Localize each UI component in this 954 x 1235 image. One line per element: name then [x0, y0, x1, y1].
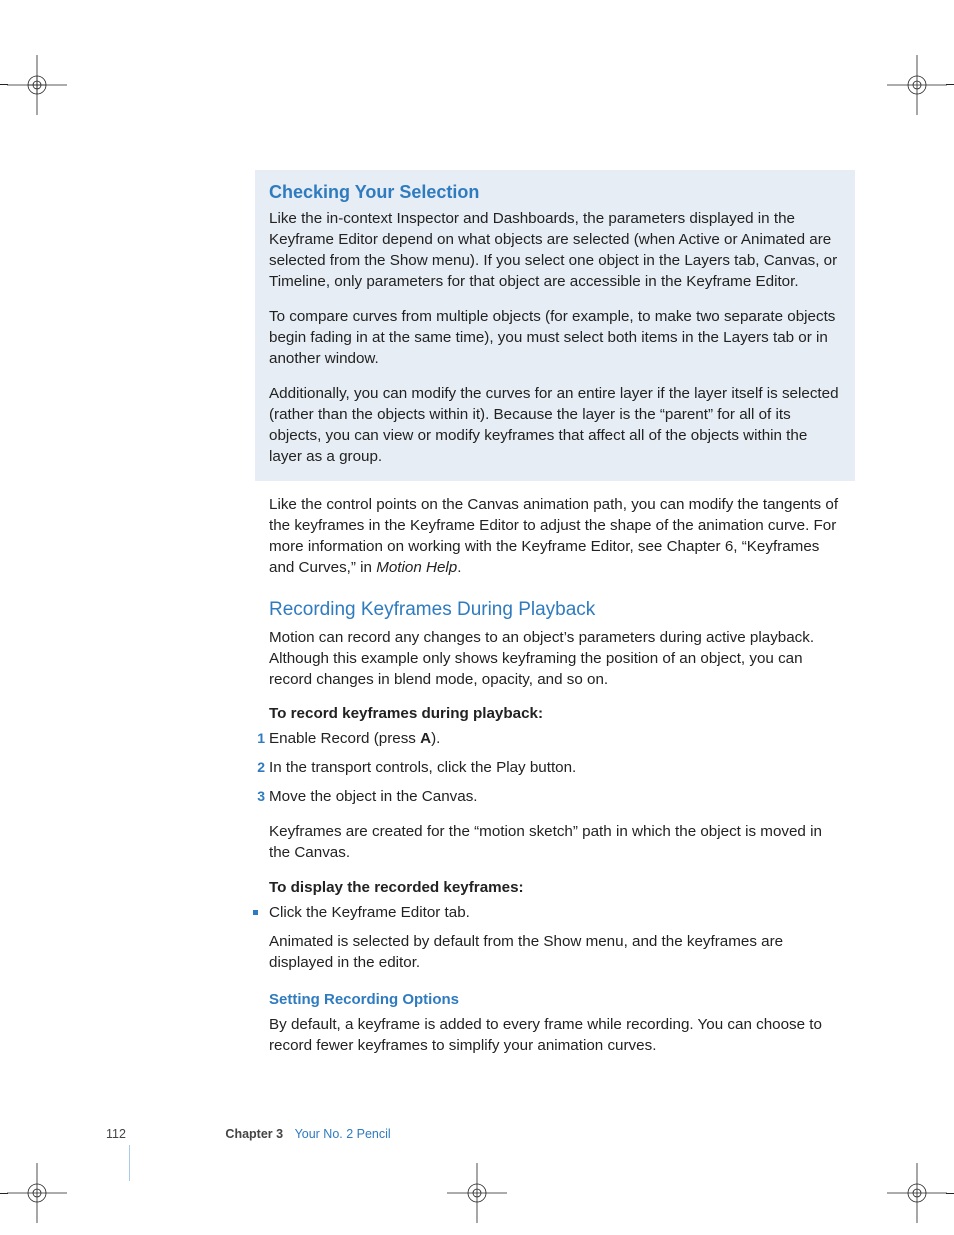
margin-rule: [129, 1145, 130, 1181]
body-text: Like the control points on the Canvas an…: [269, 496, 838, 576]
registration-mark-icon: [7, 1163, 67, 1223]
page-content: Checking Your Selection Like the in-cont…: [269, 170, 841, 1071]
bullet-text: Click the Keyframe Editor tab.: [269, 904, 470, 921]
body-paragraph: By default, a keyframe is added to every…: [269, 1015, 841, 1057]
subsection-heading: Setting Recording Options: [269, 990, 841, 1011]
body-paragraph: Animated is selected by default from the…: [269, 932, 841, 974]
page-footer: 112 Chapter 3 Your No. 2 Pencil: [106, 1126, 391, 1143]
chapter-label: Chapter 3: [225, 1127, 283, 1141]
step-text: Move the object in the Canvas.: [269, 788, 478, 805]
step-list: 1 Enable Record (press A). 2 In the tran…: [269, 729, 841, 816]
page-number: 112: [106, 1127, 126, 1141]
reference-title: Motion Help: [376, 559, 457, 576]
step-item: 3 Move the object in the Canvas.: [269, 787, 841, 816]
callout-heading: Checking Your Selection: [269, 180, 841, 205]
step-number: 2: [247, 758, 265, 777]
step-number: 1: [247, 729, 265, 748]
registration-mark-icon: [447, 1163, 507, 1223]
howto-title: To display the recorded keyframes:: [269, 878, 841, 899]
step-text: In the transport controls, click the Pla…: [269, 759, 576, 776]
section-heading: Recording Keyframes During Playback: [269, 597, 841, 623]
callout-paragraph: Like the in-context Inspector and Dashbo…: [269, 209, 841, 293]
callout-paragraph: Additionally, you can modify the curves …: [269, 384, 841, 468]
registration-mark-icon: [7, 55, 67, 115]
body-paragraph: Keyframes are created for the “motion sk…: [269, 822, 841, 864]
crop-tick: [0, 84, 8, 85]
crop-tick: [0, 1193, 8, 1194]
bullet-list: Click the Keyframe Editor tab.: [269, 903, 841, 924]
step-text: Enable Record (press A).: [269, 730, 440, 747]
body-text: .: [457, 559, 461, 576]
bullet-item: Click the Keyframe Editor tab.: [269, 903, 841, 924]
body-paragraph: Like the control points on the Canvas an…: [269, 495, 841, 579]
step-item: 1 Enable Record (press A).: [269, 729, 841, 758]
section-lead: Motion can record any changes to an obje…: [269, 628, 841, 691]
callout-paragraph: To compare curves from multiple objects …: [269, 307, 841, 370]
callout-box: Checking Your Selection Like the in-cont…: [255, 170, 855, 481]
registration-mark-icon: [887, 55, 947, 115]
howto-title: To record keyframes during playback:: [269, 704, 841, 725]
crop-tick: [946, 84, 954, 85]
step-number: 3: [247, 787, 265, 806]
step-item: 2 In the transport controls, click the P…: [269, 758, 841, 787]
chapter-title: Your No. 2 Pencil: [295, 1127, 391, 1141]
registration-mark-icon: [887, 1163, 947, 1223]
crop-tick: [946, 1193, 954, 1194]
